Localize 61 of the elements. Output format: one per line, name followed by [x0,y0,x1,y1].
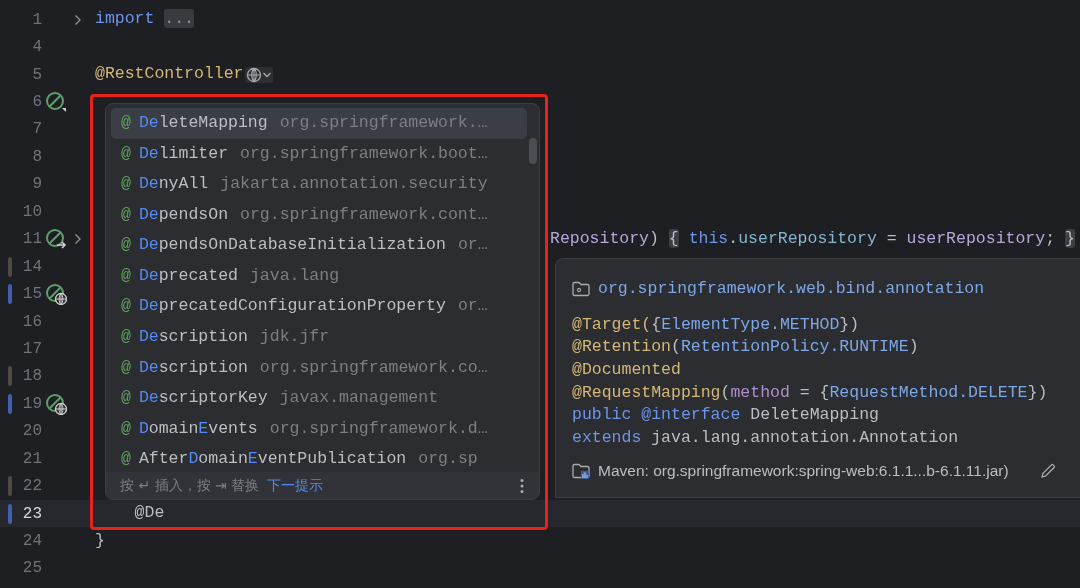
line-number: 1 [31,9,42,31]
line-number: 15 [21,284,42,306]
bean-icon[interactable] [45,91,67,114]
line-number: 9 [31,174,42,196]
library-icon [572,461,590,480]
declaration-line: @RequestMapping(method = {RequestMethod.DELETE}) [572,381,1048,404]
code-line: @De [133,502,165,525]
line-number: 23 [21,503,42,525]
completion-item[interactable]: @ DeprecatedConfigurationProperty or… [111,291,527,323]
line-number: 7 [31,119,42,141]
line-number: 24 [21,531,42,553]
completion-item[interactable]: @ DependsOn org.springframework.cont… [111,199,527,231]
declaration-line: @Target({ElementType.METHOD}) [572,313,860,336]
folder-icon [572,281,590,298]
next-hint-link[interactable]: 下一提示 [267,475,324,496]
declaration-line: @Documented [572,358,681,381]
line-number: 11 [21,229,42,251]
completion-item[interactable]: @ Description jdk.jfr [111,322,527,353]
endpoint-icon[interactable] [45,392,67,415]
line-number: 20 [21,421,42,443]
library-text: Maven: org.springframework:spring-web:6.1.1...b-6.1.11.jar) [598,461,1009,482]
completion-item[interactable]: @ DependsOnDatabaseInitialization or… [111,230,527,261]
line-number: 14 [21,256,42,278]
globe-icon [245,66,262,83]
completion-item[interactable]: @ Description org.springframework.co… [111,352,527,384]
line-number: 5 [31,64,42,86]
line-number: 10 [21,201,42,223]
line-number: 22 [21,476,42,498]
declaration-line: extends java.lang.annotation.Annotation [572,426,959,449]
code-line: } [95,529,105,552]
fold-icon[interactable] [74,233,82,246]
hint-text: 按 ↵ 插入，按 ⇥ 替换 [120,476,260,495]
declaration-line: @Retention(RetentionPolicy.RUNTIME) [572,336,919,359]
completion-item[interactable]: @ Delimiter org.springframework.boot… [111,138,527,170]
code-line: import ... [95,8,195,31]
completion-item[interactable]: @ AfterDomainEventPublication org.sp [111,444,527,472]
completion-item[interactable]: @ DomainEvents org.springframework.d… [111,413,527,445]
inlay-hint[interactable] [244,66,273,83]
line-number: 16 [21,311,42,333]
line-number: 21 [21,448,42,470]
more-icon[interactable] [519,477,525,494]
completion-item[interactable]: @ DenyAll jakarta.annotation.security [111,169,527,200]
line-number: 18 [21,366,42,388]
line-number: 6 [31,92,42,114]
completion-item[interactable]: @ DescriptorKey javax.management [111,383,527,414]
edit-icon[interactable] [1038,461,1057,480]
line-number: 25 [21,558,42,580]
scrollbar-thumb[interactable] [529,138,537,164]
completion-item[interactable]: @ Deprecated java.lang [111,260,527,292]
code-line: @RestController [95,63,244,86]
fold-icon[interactable] [74,13,82,26]
line-number: 19 [21,393,42,415]
declaration-line: public @interface DeleteMapping [572,404,879,427]
line-number: 17 [21,338,42,360]
line-number: 8 [31,146,42,168]
bean-implements-icon[interactable] [45,228,67,251]
completion-item[interactable]: @ DeleteMapping org.springframework.… [111,108,527,139]
endpoint-icon[interactable] [45,283,67,306]
line-number: 4 [31,37,42,59]
package-link[interactable]: org.springframework.web.bind.annotation [598,277,985,302]
code-line: Repository) { this.userRepository = userRepository; } [550,227,1075,250]
